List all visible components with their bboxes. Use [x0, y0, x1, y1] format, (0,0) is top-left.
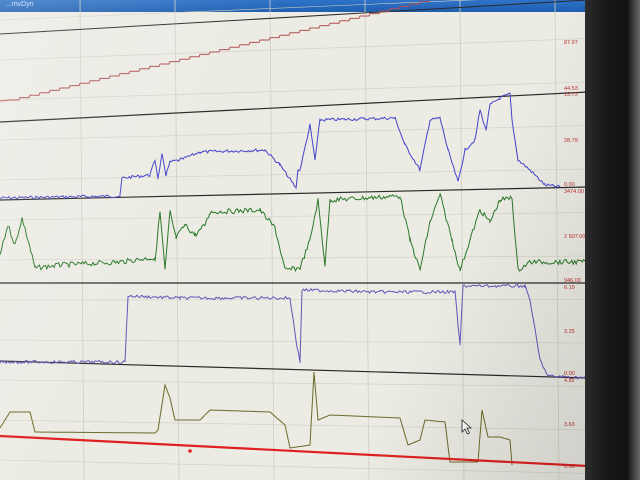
grid-line-vertical	[459, 0, 465, 480]
panel-separator-4	[0, 360, 588, 379]
grid-line-vertical	[79, 0, 85, 480]
axis-label: 3474.00	[564, 189, 584, 195]
axis-label: 0.00	[564, 371, 575, 377]
trace-panel-2	[0, 92, 561, 200]
axis-label: 946.00	[564, 278, 581, 284]
grid-line-horizontal	[0, 255, 588, 261]
axis-label: 6.19	[564, 285, 575, 291]
monitor-edge	[628, 0, 640, 480]
grid-lines	[0, 0, 588, 480]
grid-line-horizontal	[0, 419, 588, 431]
grid-line-horizontal	[0, 339, 588, 344]
axis-label: 28.79	[564, 138, 578, 144]
grid-line-vertical	[554, 0, 560, 480]
axis-label: 2 507.00	[564, 234, 585, 240]
grid-line-horizontal	[0, 299, 588, 301]
axis-label: 87.97	[564, 40, 578, 46]
trace-panel-5	[0, 371, 513, 466]
grid-line-horizontal	[0, 38, 588, 61]
axis-labels: 87.97 44.53 13.73 28.79 0.00 3474.00 2 5…	[564, 40, 585, 470]
marker-line[interactable]	[0, 434, 588, 468]
axis-label: 0.00	[564, 464, 575, 470]
grid-line-horizontal	[0, 212, 588, 221]
log-viewer-window: ...mvDyn 87.97 44.53 13.73 28.79 0.00 34…	[0, 0, 588, 480]
grid-line-vertical	[269, 0, 275, 480]
axis-label: 3.63	[564, 422, 575, 428]
axis-label: 13.73	[564, 92, 578, 98]
panel-top-edge	[0, 0, 588, 35]
grid-line-vertical	[364, 0, 370, 480]
plot-area[interactable]: 87.97 44.53 13.73 28.79 0.00 3474.00 2 5…	[0, 0, 588, 480]
grid-line-horizontal	[0, 125, 588, 141]
panel-separator-2	[0, 186, 588, 201]
axis-label: 4.82	[564, 378, 575, 384]
grid-line-horizontal	[0, 379, 588, 387]
marker-point[interactable]	[188, 449, 192, 453]
photographed-screen: ...mvDyn 87.97 44.53 13.73 28.79 0.00 34…	[0, 0, 640, 480]
data-traces	[0, 0, 588, 466]
axis-label: 3.25	[564, 329, 575, 335]
grid-line-vertical	[174, 0, 180, 480]
grid-line-horizontal	[0, 168, 588, 181]
axis-label: 0.00	[564, 182, 575, 188]
trace-panel-4	[0, 283, 588, 380]
